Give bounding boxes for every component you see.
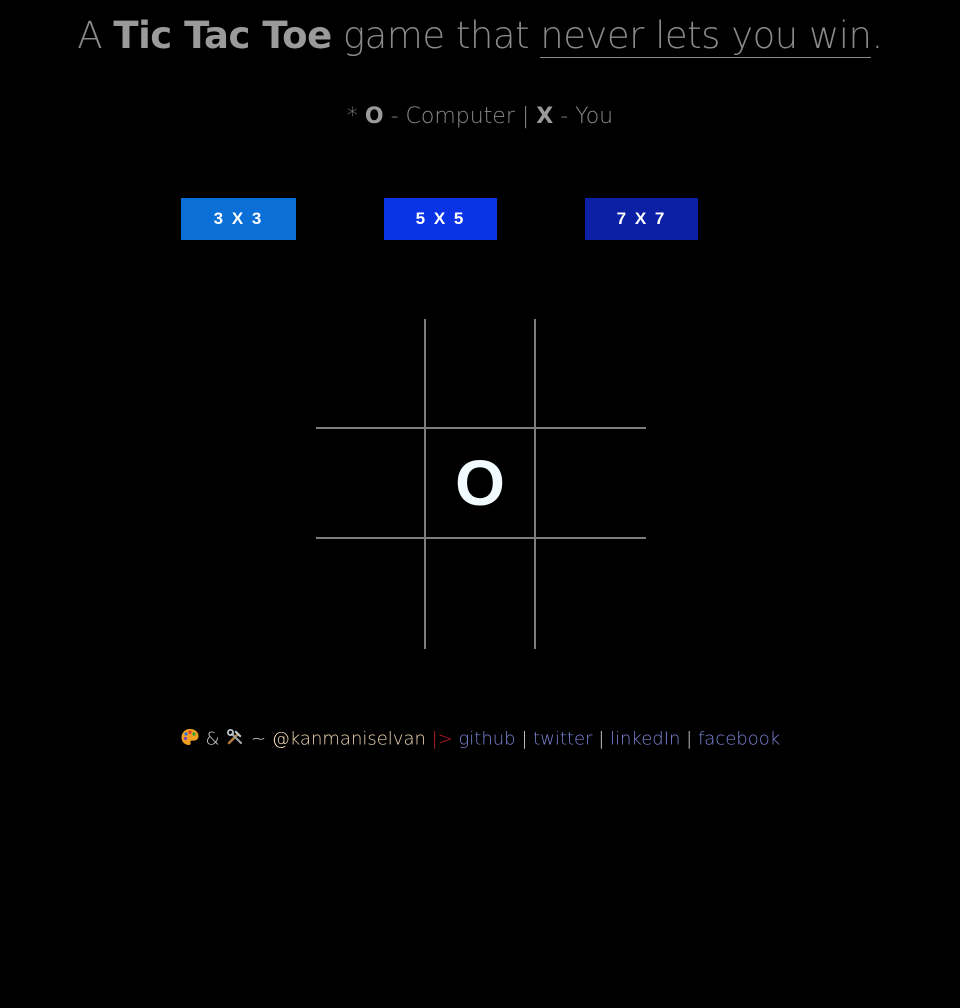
footer-separator: | — [515, 728, 534, 750]
page-title: A Tic Tac Toe game that never lets you w… — [0, 14, 960, 58]
legend-x-mark: X — [536, 104, 554, 129]
board-cell-6[interactable] — [316, 539, 426, 649]
board-5x5-button[interactable]: 5 X 5 — [384, 198, 497, 240]
legend-o-mark: O — [364, 104, 384, 129]
title-game-name: Tic Tac Toe — [113, 14, 332, 57]
footer-amp: & — [199, 728, 226, 750]
player-legend: * O - Computer | X - You — [0, 104, 960, 129]
palette-icon — [180, 727, 200, 752]
footer-separator: | — [592, 728, 611, 750]
board-cell-7[interactable] — [426, 539, 536, 649]
page: A Tic Tac Toe game that never lets you w… — [0, 0, 960, 1008]
legend-prefix: * — [346, 104, 365, 129]
board-cell-2[interactable] — [536, 319, 646, 429]
board-cell-4[interactable]: O — [426, 429, 536, 539]
footer-tilde: ~ — [245, 728, 272, 750]
legend-x-text: - You — [553, 104, 614, 129]
board-cell-3[interactable] — [316, 429, 426, 539]
legend-o-text: - Computer | — [383, 104, 537, 129]
author-handle: @kanmaniselvan — [271, 728, 426, 750]
linkedin-link[interactable]: linkedIn — [610, 729, 680, 750]
tools-icon — [225, 727, 245, 752]
board-cell-5[interactable] — [536, 429, 646, 539]
footer-separator: | — [680, 728, 698, 750]
footer-arrow: |> — [425, 728, 459, 750]
title-underlined: never lets you win — [540, 14, 872, 58]
title-suffix: . — [871, 14, 883, 57]
board-7x7-button[interactable]: 7 X 7 — [585, 198, 698, 240]
twitter-link[interactable]: twitter — [533, 729, 592, 750]
title-prefix: A — [77, 14, 114, 57]
github-link[interactable]: github — [459, 729, 516, 750]
board-3x3-button[interactable]: 3 X 3 — [181, 198, 296, 240]
facebook-link[interactable]: facebook — [698, 729, 780, 750]
title-middle: game that — [331, 14, 541, 57]
board-cell-0[interactable] — [316, 319, 426, 429]
footer: & ~ @kanmaniselvan |> github | twitter |… — [0, 727, 960, 752]
game-board: O — [316, 319, 646, 649]
board-cell-8[interactable] — [536, 539, 646, 649]
board-cell-1[interactable] — [426, 319, 536, 429]
